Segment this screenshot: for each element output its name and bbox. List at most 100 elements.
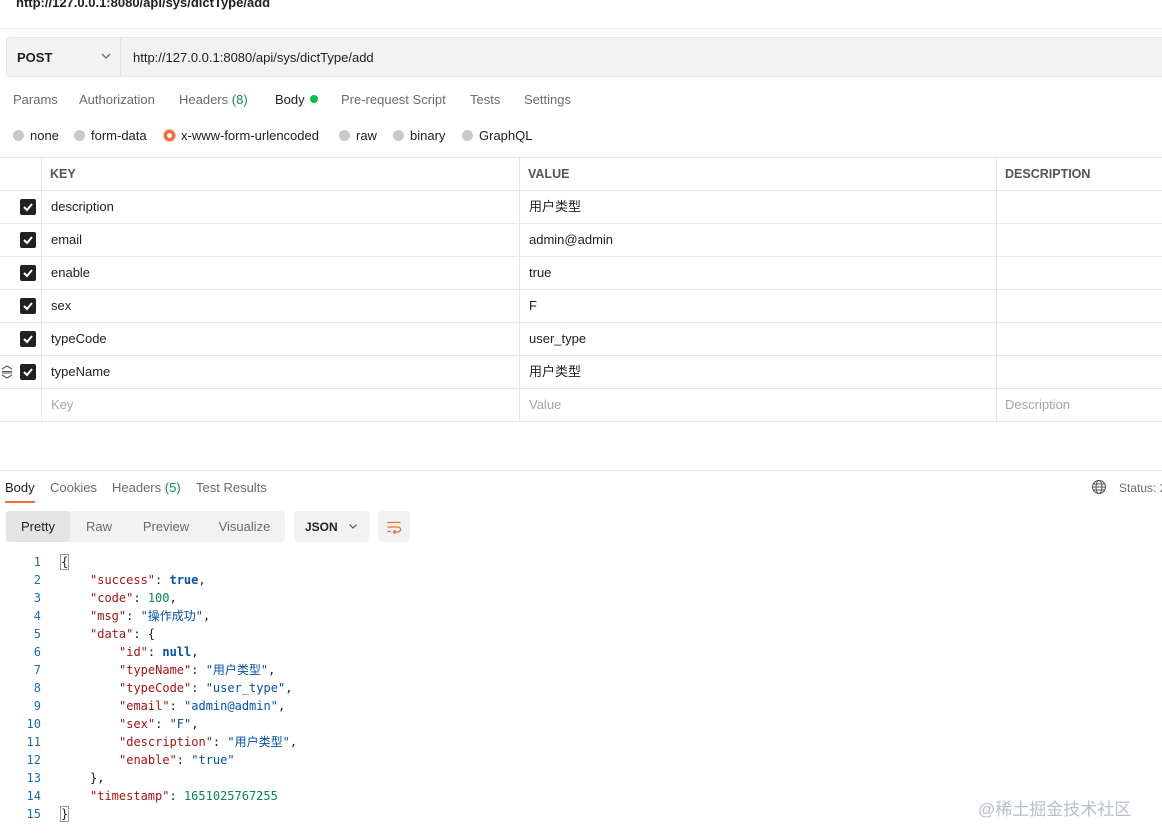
param-key[interactable]: enable — [51, 257, 90, 289]
new-description-input[interactable]: Description — [1005, 389, 1070, 421]
radio-form-data[interactable]: form-data — [74, 128, 147, 143]
token: "msg" — [90, 609, 127, 623]
globe-icon[interactable] — [1091, 479, 1107, 495]
wrap-lines-button[interactable] — [378, 511, 410, 542]
param-key[interactable]: typeCode — [51, 323, 107, 355]
radio-binary[interactable]: binary — [393, 128, 445, 143]
response-tab-body[interactable]: Body — [5, 480, 35, 495]
token: : — [155, 573, 170, 587]
view-raw-button[interactable]: Raw — [70, 511, 128, 542]
row-checkbox[interactable] — [20, 364, 36, 380]
param-key[interactable]: typeName — [51, 356, 110, 388]
line-content: "typeCode": "user_type", — [119, 679, 292, 697]
checkmark-icon — [23, 203, 33, 212]
table-header: KEY VALUE DESCRIPTION — [0, 158, 1162, 191]
line-content: }, — [90, 769, 104, 787]
token: , — [191, 717, 199, 731]
tab-settings[interactable]: Settings — [524, 92, 571, 107]
line-number: 2 — [33, 573, 41, 587]
token: "typeCode" — [119, 681, 192, 695]
code-line: 12 "enable": "true" — [0, 751, 1162, 769]
radio-graphql[interactable]: GraphQL — [462, 128, 532, 143]
new-value-input[interactable]: Value — [529, 389, 561, 421]
token: "admin@admin" — [184, 699, 278, 713]
code-line: 3 "code": 100, — [0, 589, 1162, 607]
row-checkbox[interactable] — [20, 199, 36, 215]
code-line: 2 "success": true, — [0, 571, 1162, 589]
row-checkbox[interactable] — [20, 232, 36, 248]
token: : — [191, 663, 206, 677]
token: "enable" — [119, 753, 177, 767]
table-row: sex F — [0, 290, 1162, 323]
url-input[interactable]: http://127.0.0.1:8080/api/sys/dictType/a… — [133, 50, 374, 65]
row-checkbox[interactable] — [20, 331, 36, 347]
view-visualize-button[interactable]: Visualize — [204, 511, 285, 542]
token: "typeName" — [119, 663, 192, 677]
line-number: 6 — [33, 645, 41, 659]
line-number: 13 — [26, 771, 41, 785]
param-value[interactable]: F — [529, 290, 537, 322]
param-value[interactable]: 用户类型 — [529, 191, 581, 223]
token: , — [277, 699, 286, 713]
param-value[interactable]: admin@admin — [529, 224, 613, 256]
format-select[interactable]: JSON — [294, 511, 369, 542]
line-content: "sex": "F", — [119, 715, 199, 733]
line-number: 10 — [26, 717, 41, 731]
view-preview-button[interactable]: Preview — [128, 511, 204, 542]
response-tab-test-results[interactable]: Test Results — [196, 480, 267, 495]
row-checkbox[interactable] — [20, 298, 36, 314]
drag-handle-icon[interactable] — [1, 365, 13, 379]
token: : — [169, 699, 185, 713]
token: "email" — [119, 699, 170, 713]
line-number: 4 — [33, 609, 41, 623]
param-value[interactable]: true — [529, 257, 551, 289]
new-key-input[interactable]: Key — [51, 389, 73, 421]
line-number: 11 — [26, 735, 41, 749]
column-header-value: VALUE — [528, 167, 570, 181]
tab-authorization[interactable]: Authorization — [79, 92, 155, 107]
chevron-down-icon — [349, 524, 357, 529]
tab-tests[interactable]: Tests — [470, 92, 500, 107]
token: , — [203, 609, 211, 623]
view-pretty-button[interactable]: Pretty — [6, 511, 70, 542]
table-row: typeName 用户类型 — [0, 356, 1162, 389]
radio-x-www-form-urlencoded[interactable]: x-www-form-urlencoded — [164, 128, 319, 143]
token: : — [212, 735, 228, 749]
param-key[interactable]: description — [51, 191, 114, 223]
tab-params[interactable]: Params — [13, 92, 58, 107]
line-content: "typeName": "用户类型", — [119, 661, 275, 679]
response-body-viewer[interactable]: 1{2 "success": true, 3 "code": 100, 4 "msg": … — [0, 553, 1162, 823]
row-checkbox[interactable] — [20, 265, 36, 281]
token: }, — [90, 771, 105, 785]
param-key[interactable]: email — [51, 224, 82, 256]
params-table: KEY VALUE DESCRIPTION description 用户类型 e… — [0, 157, 1162, 422]
code-line: 10 "sex": "F", — [0, 715, 1162, 733]
code-line: 9 "email": "admin@admin", — [0, 697, 1162, 715]
method-select[interactable]: POST — [7, 38, 121, 76]
tab-pre-request-script[interactable]: Pre-request Script — [341, 92, 446, 107]
tab-headers[interactable]: Headers (8) — [179, 92, 248, 107]
radio-raw[interactable]: raw — [339, 128, 377, 143]
code-line: 1{ — [0, 553, 1162, 571]
body-indicator-dot — [309, 95, 318, 103]
radio-none[interactable]: none — [13, 128, 59, 143]
response-tab-cookies[interactable]: Cookies — [50, 480, 97, 495]
param-value[interactable]: user_type — [529, 323, 586, 355]
token: : — [191, 681, 206, 695]
token: : — [169, 789, 184, 803]
line-number: 5 — [33, 627, 41, 641]
response-status: Status: 2 — [1119, 481, 1162, 495]
code-line: 13}, — [0, 769, 1162, 787]
token: : — [147, 645, 163, 659]
param-key[interactable]: sex — [51, 290, 71, 322]
line-number: 8 — [33, 681, 41, 695]
format-label: JSON — [305, 520, 338, 534]
param-value[interactable]: 用户类型 — [529, 356, 581, 388]
response-tab-headers[interactable]: Headers (5) — [112, 480, 181, 495]
tab-body[interactable]: Body — [275, 92, 318, 107]
active-tab-underline — [5, 501, 35, 503]
code-line: 8 "typeCode": "user_type", — [0, 679, 1162, 697]
table-row: email admin@admin — [0, 224, 1162, 257]
token: , — [198, 573, 206, 587]
token: null — [162, 645, 192, 659]
